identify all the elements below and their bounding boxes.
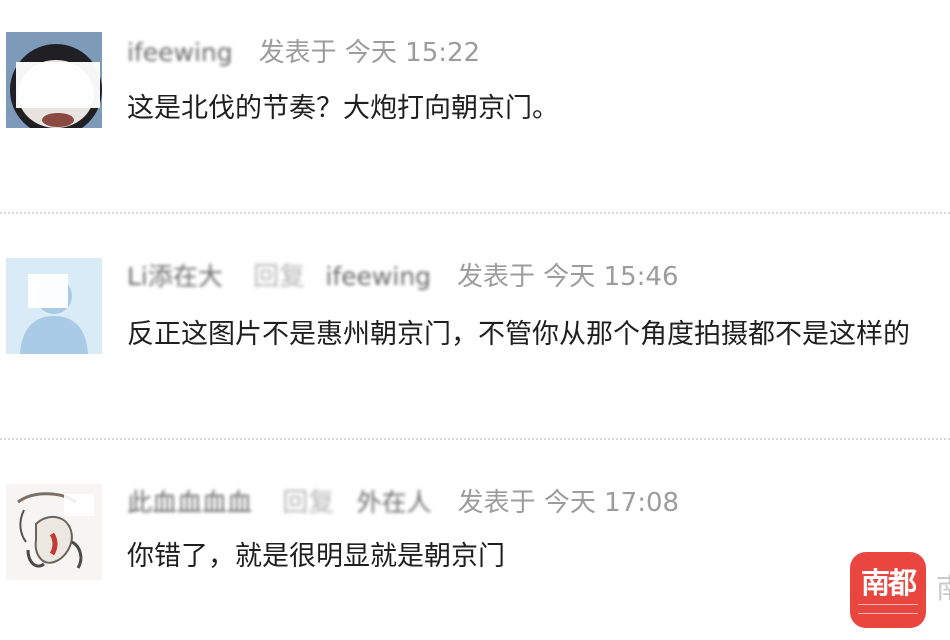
sketch-avatar-icon bbox=[6, 484, 102, 580]
reply-label: 回复 bbox=[282, 488, 335, 518]
avatar[interactable] bbox=[6, 258, 102, 354]
comment-item: Li添在大 回复 ifeewing 发表于 今天 15:46 反正这图片不是惠州朝… bbox=[0, 214, 950, 438]
logo-text: 南都 bbox=[860, 566, 917, 600]
reply-target[interactable]: ifeewing bbox=[325, 262, 431, 291]
avatar-icon bbox=[6, 32, 102, 128]
comment-thread: ifeewing 发表于 今天 15:22 这是北伐的节奏？大炮打向朝京门。 Li… bbox=[0, 0, 950, 640]
default-user-avatar-icon bbox=[6, 258, 102, 354]
reply-label: 回复 bbox=[253, 262, 306, 292]
post-time: 发表于 今天 17:08 bbox=[457, 488, 680, 518]
comment-item: 此血血血血 回复 外在人 发表于 今天 17:08 你错了，就是很明显就是朝京门 bbox=[0, 440, 950, 640]
comment-text: 这是北伐的节奏？大炮打向朝京门。 bbox=[127, 93, 559, 124]
logo-side-text: 南 bbox=[936, 572, 950, 606]
username[interactable]: 此血血血血 bbox=[127, 488, 252, 517]
comment-meta: ifeewing 发表于 今天 15:22 bbox=[127, 38, 480, 68]
username[interactable]: ifeewing bbox=[127, 38, 233, 67]
comment-meta: 此血血血血 回复 外在人 发表于 今天 17:08 bbox=[127, 488, 679, 518]
comment-meta: Li添在大 回复 ifeewing 发表于 今天 15:46 bbox=[127, 262, 679, 292]
comment-text: 反正这图片不是惠州朝京门，不管你从那个角度拍摄都不是这样的 bbox=[127, 319, 910, 350]
post-time: 发表于 今天 15:46 bbox=[457, 262, 679, 292]
avatar[interactable] bbox=[6, 484, 102, 580]
post-time: 发表于 今天 15:22 bbox=[258, 38, 481, 68]
username[interactable]: Li添在大 bbox=[127, 262, 223, 291]
reply-target[interactable]: 外在人 bbox=[357, 488, 432, 517]
logo-subline bbox=[858, 604, 918, 614]
comment-item: ifeewing 发表于 今天 15:22 这是北伐的节奏？大炮打向朝京门。 bbox=[0, 0, 950, 210]
comment-text: 你错了，就是很明显就是朝京门 bbox=[127, 541, 505, 572]
nandu-logo: 南都 bbox=[850, 552, 926, 628]
avatar[interactable] bbox=[6, 32, 102, 128]
